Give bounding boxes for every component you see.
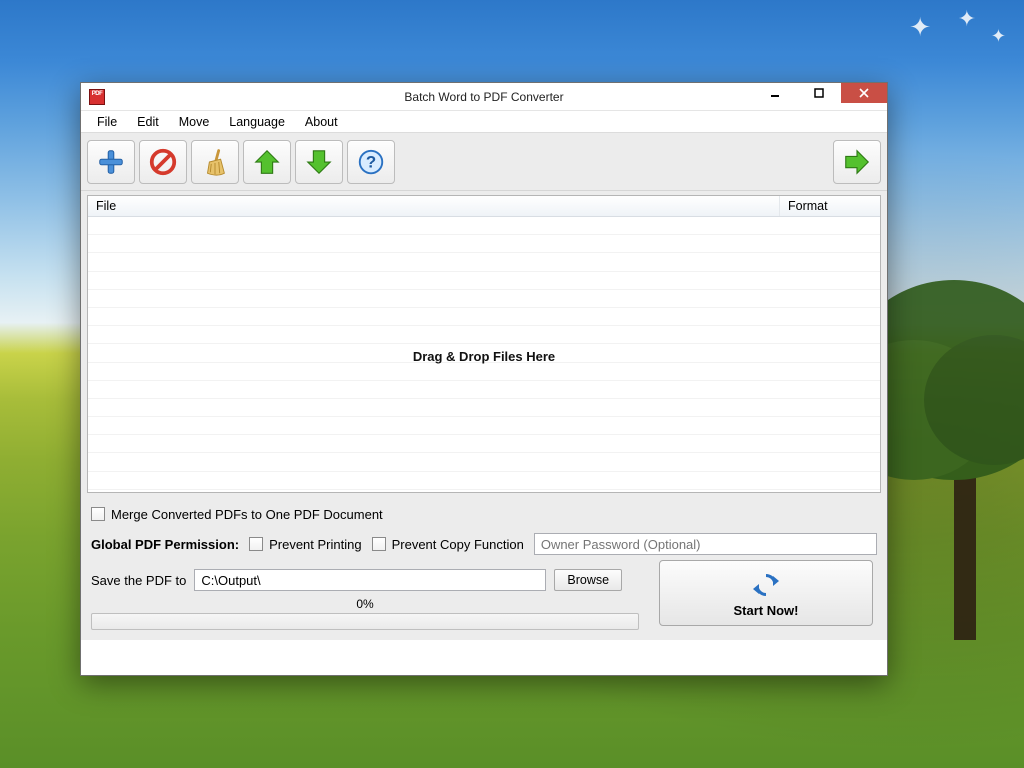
maximize-button[interactable] [797,83,841,103]
arrow-right-icon [842,147,872,177]
menu-edit[interactable]: Edit [127,113,169,131]
broom-icon [200,147,230,177]
arrow-up-icon [252,147,282,177]
prevent-printing-label: Prevent Printing [269,537,362,552]
permission-row: Global PDF Permission: Prevent Printing … [91,533,877,555]
toolbar-start-button[interactable] [833,140,881,184]
prevent-copy-label: Prevent Copy Function [392,537,524,552]
move-down-button[interactable] [295,140,343,184]
remove-button[interactable] [139,140,187,184]
progress-area: 0% [91,597,639,630]
app-window: Batch Word to PDF Converter File Edit Mo… [80,82,888,676]
menubar: File Edit Move Language About [81,111,887,133]
clear-button[interactable] [191,140,239,184]
merge-checkbox[interactable] [91,507,105,521]
permission-label: Global PDF Permission: [91,537,239,552]
progress-bar [91,613,639,630]
menu-move[interactable]: Move [169,113,220,131]
toolbar: ? [81,133,887,191]
start-now-label: Start Now! [734,603,799,618]
titlebar[interactable]: Batch Word to PDF Converter [81,83,887,111]
prevent-printing-checkbox[interactable] [249,537,263,551]
progress-text: 0% [91,597,639,611]
plus-icon [96,147,126,177]
arrow-down-icon [304,147,334,177]
save-label: Save the PDF to [91,573,186,588]
options-panel: Merge Converted PDFs to One PDF Document… [81,493,887,640]
list-body[interactable]: Drag & Drop Files Here [88,217,880,492]
output-path-input[interactable] [194,569,546,591]
svg-text:?: ? [366,152,376,171]
merge-row: Merge Converted PDFs to One PDF Document [91,501,877,527]
column-header-file[interactable]: File [88,196,780,216]
start-now-button[interactable]: Start Now! [659,560,873,626]
list-header: File Format [88,196,880,217]
menu-language[interactable]: Language [219,113,295,131]
add-button[interactable] [87,140,135,184]
app-icon [89,89,105,105]
minimize-button[interactable] [753,83,797,103]
file-list[interactable]: File Format Drag & Drop Files Here [87,195,881,493]
refresh-icon [750,569,782,601]
window-controls [753,83,887,103]
file-list-container: File Format Drag & Drop Files Here [81,191,887,493]
move-up-button[interactable] [243,140,291,184]
help-button[interactable]: ? [347,140,395,184]
column-header-format[interactable]: Format [780,196,880,216]
browse-button[interactable]: Browse [554,569,622,591]
prevent-copy-checkbox[interactable] [372,537,386,551]
question-icon: ? [356,147,386,177]
menu-file[interactable]: File [87,113,127,131]
merge-label: Merge Converted PDFs to One PDF Document [111,507,383,522]
menu-about[interactable]: About [295,113,348,131]
no-entry-icon [148,147,178,177]
owner-password-input[interactable] [534,533,877,555]
close-button[interactable] [841,83,887,103]
